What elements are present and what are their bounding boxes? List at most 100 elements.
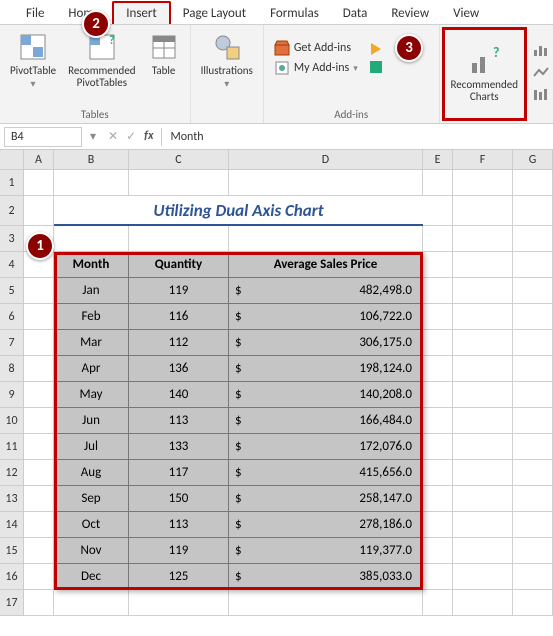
recommended-charts-button[interactable]: ? Recommended Charts xyxy=(445,39,524,109)
tab-insert[interactable]: Insert xyxy=(112,1,171,24)
cell-price[interactable]: $258,147.0 xyxy=(229,486,423,512)
cell-price[interactable]: $198,124.0 xyxy=(229,356,423,382)
cell-month[interactable]: Sep xyxy=(54,486,129,512)
cell[interactable] xyxy=(54,590,129,616)
cell[interactable] xyxy=(129,226,229,252)
tab-file[interactable]: File xyxy=(14,3,56,24)
cell[interactable] xyxy=(423,170,453,196)
cell-month[interactable]: Nov xyxy=(54,538,129,564)
cell-price[interactable]: $140,208.0 xyxy=(229,382,423,408)
cell[interactable] xyxy=(513,460,553,486)
cell-price[interactable]: $166,484.0 xyxy=(229,408,423,434)
col-header[interactable]: E xyxy=(423,150,453,169)
cell-price[interactable]: $385,033.0 xyxy=(229,564,423,590)
cell-price[interactable]: $172,076.0 xyxy=(229,434,423,460)
row-header[interactable]: 4 xyxy=(0,252,24,278)
row-header[interactable]: 13 xyxy=(0,486,24,512)
cell[interactable] xyxy=(24,170,54,196)
header-quantity[interactable]: Quantity xyxy=(129,252,229,278)
cell[interactable] xyxy=(24,434,54,460)
cell[interactable] xyxy=(513,356,553,382)
cell[interactable] xyxy=(513,196,553,226)
cell-quantity[interactable]: 125 xyxy=(129,564,229,590)
cell[interactable] xyxy=(423,538,453,564)
cell[interactable] xyxy=(453,252,513,278)
grid[interactable]: 1 2 Utilizing Dual Axis Chart 3 4 Month … xyxy=(0,170,553,616)
pivottable-button[interactable]: PivotTable ▾ xyxy=(6,29,60,91)
cell[interactable] xyxy=(24,356,54,382)
row-header[interactable]: 15 xyxy=(0,538,24,564)
cell[interactable] xyxy=(423,278,453,304)
cell-month[interactable]: Jun xyxy=(54,408,129,434)
cell[interactable] xyxy=(453,408,513,434)
name-box[interactable]: B4 xyxy=(4,127,82,147)
cell[interactable] xyxy=(423,590,453,616)
cell-month[interactable]: Feb xyxy=(54,304,129,330)
cell[interactable] xyxy=(513,486,553,512)
cell[interactable] xyxy=(423,330,453,356)
cell-quantity[interactable]: 140 xyxy=(129,382,229,408)
cell[interactable] xyxy=(423,564,453,590)
cell[interactable] xyxy=(513,538,553,564)
cancel-icon[interactable]: ✕ xyxy=(108,129,118,144)
cell[interactable] xyxy=(513,278,553,304)
cell[interactable] xyxy=(453,512,513,538)
row-header[interactable]: 16 xyxy=(0,564,24,590)
cell[interactable] xyxy=(24,330,54,356)
title-cell[interactable]: Utilizing Dual Axis Chart xyxy=(54,196,423,226)
tab-review[interactable]: Review xyxy=(379,3,441,24)
cell-month[interactable]: Jan xyxy=(54,278,129,304)
tab-data[interactable]: Data xyxy=(331,3,380,24)
cell-quantity[interactable]: 113 xyxy=(129,512,229,538)
cell-month[interactable]: Dec xyxy=(54,564,129,590)
cell[interactable] xyxy=(24,512,54,538)
cell[interactable] xyxy=(24,564,54,590)
cell[interactable] xyxy=(453,304,513,330)
cell-month[interactable]: Jul xyxy=(54,434,129,460)
row-header[interactable]: 17 xyxy=(0,590,24,616)
cell[interactable] xyxy=(423,382,453,408)
cell[interactable] xyxy=(24,382,54,408)
col-header[interactable]: G xyxy=(513,150,553,169)
cell[interactable] xyxy=(453,460,513,486)
table-button[interactable]: Table xyxy=(144,29,184,79)
enter-icon[interactable]: ✓ xyxy=(126,129,136,144)
cell[interactable] xyxy=(24,538,54,564)
cell-price[interactable]: $482,498.0 xyxy=(229,278,423,304)
chart-type-icon-3[interactable] xyxy=(533,88,549,104)
cell[interactable] xyxy=(423,486,453,512)
cell[interactable] xyxy=(453,278,513,304)
tab-formulas[interactable]: Formulas xyxy=(258,3,331,24)
select-all-corner[interactable] xyxy=(0,150,24,169)
cell[interactable] xyxy=(24,460,54,486)
cell[interactable] xyxy=(129,170,229,196)
cell[interactable] xyxy=(453,564,513,590)
cell-quantity[interactable]: 116 xyxy=(129,304,229,330)
cell[interactable] xyxy=(24,304,54,330)
chart-type-icon-2[interactable] xyxy=(533,66,549,82)
row-header[interactable]: 3 xyxy=(0,226,24,252)
cell[interactable] xyxy=(513,304,553,330)
cell[interactable] xyxy=(453,330,513,356)
cell[interactable] xyxy=(453,196,513,226)
cell[interactable] xyxy=(513,330,553,356)
header-price[interactable]: Average Sales Price xyxy=(229,252,423,278)
row-header[interactable]: 1 xyxy=(0,170,24,196)
cell[interactable] xyxy=(513,252,553,278)
cell[interactable] xyxy=(453,590,513,616)
cell[interactable] xyxy=(453,538,513,564)
cell[interactable] xyxy=(129,590,229,616)
bing-maps-icon[interactable] xyxy=(368,41,384,57)
cell-price[interactable]: $119,377.0 xyxy=(229,538,423,564)
cell-quantity[interactable]: 119 xyxy=(129,278,229,304)
illustrations-button[interactable]: Illustrations ▾ xyxy=(197,29,257,91)
recommended-pivottables-button[interactable]: ? Recommended PivotTables xyxy=(64,29,139,91)
cell[interactable] xyxy=(24,486,54,512)
formula-input[interactable]: Month xyxy=(161,128,553,146)
cell[interactable] xyxy=(453,434,513,460)
cell[interactable] xyxy=(54,226,129,252)
cell[interactable] xyxy=(513,170,553,196)
cell[interactable] xyxy=(423,252,453,278)
col-header[interactable]: A xyxy=(24,150,54,169)
cell-quantity[interactable]: 119 xyxy=(129,538,229,564)
